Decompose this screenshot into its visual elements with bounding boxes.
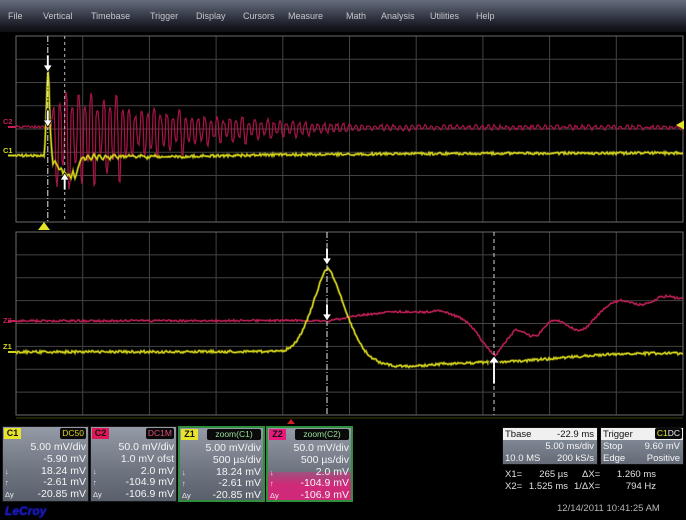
svg-text:C1: C1	[3, 146, 13, 155]
svg-text:C2: C2	[3, 117, 13, 126]
svg-text:Z1: Z1	[3, 342, 12, 351]
